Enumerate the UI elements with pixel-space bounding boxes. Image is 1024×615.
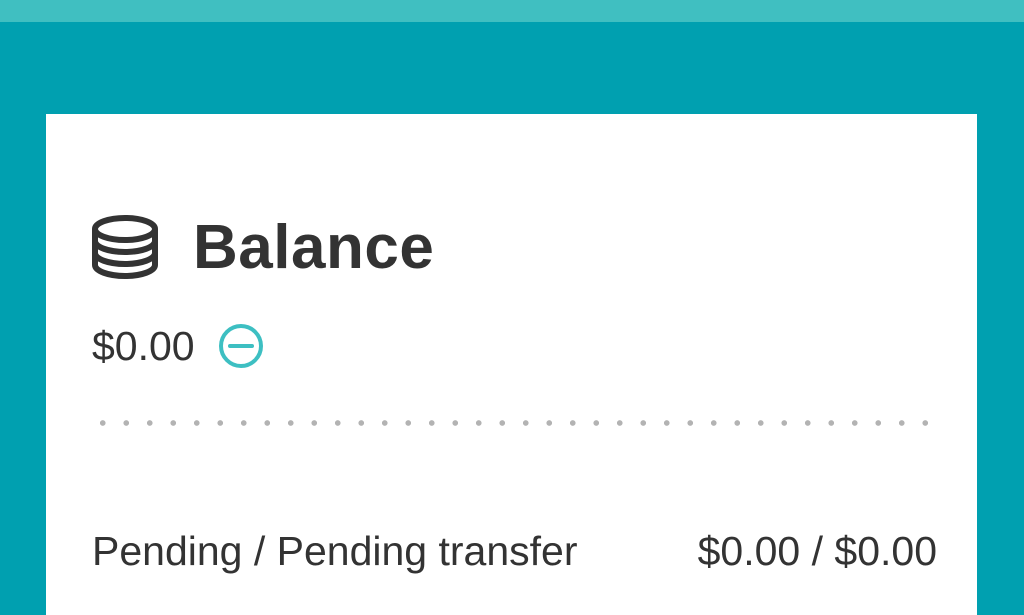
minus-circle-icon[interactable] — [217, 322, 265, 370]
coins-icon — [91, 213, 159, 281]
pending-row: Pending / Pending transfer $0.00 / $0.00 — [92, 526, 937, 576]
balance-card: Balance $0.00 Pending / Pending transfer… — [46, 114, 977, 615]
pending-value: $0.00 / $0.00 — [697, 527, 937, 574]
balance-header: Balance — [91, 209, 434, 285]
balance-row: $0.00 — [92, 321, 265, 371]
dotted-divider — [91, 420, 931, 426]
balance-title: Balance — [193, 212, 435, 282]
balance-amount: $0.00 — [92, 322, 195, 369]
top-strip — [0, 0, 1024, 22]
pending-label: Pending / Pending transfer — [92, 527, 578, 574]
